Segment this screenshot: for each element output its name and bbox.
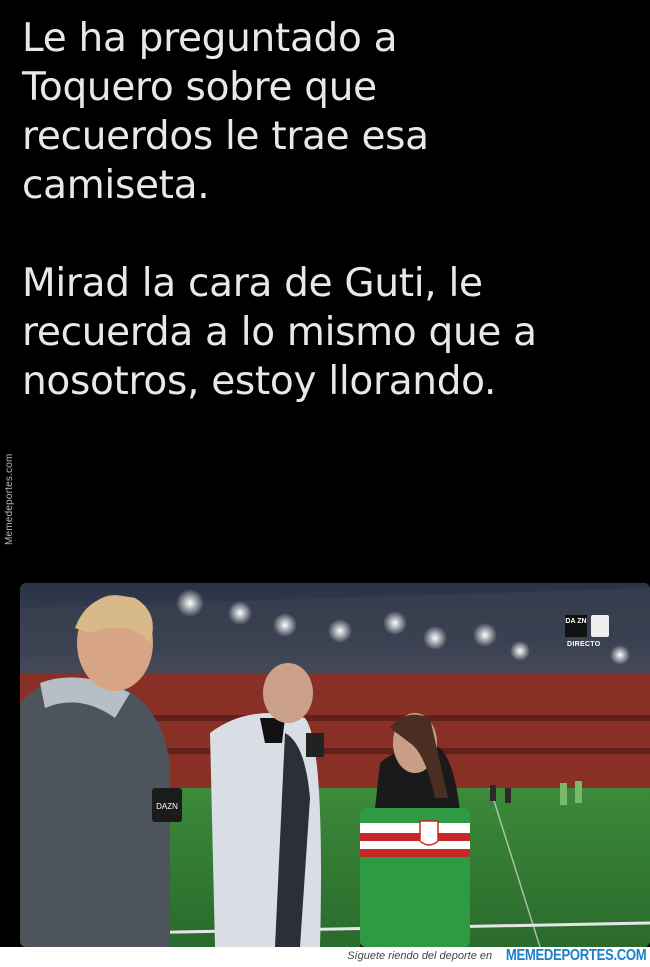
tweet-line: nosotros, estoy llorando.: [22, 359, 497, 404]
footer-tagline: Síguete riendo del deporte en: [347, 950, 493, 962]
tweet-line: Le ha preguntado a: [22, 16, 398, 61]
liga-logo: [591, 615, 609, 637]
tweet-line: camiseta.: [22, 163, 210, 208]
footer-bar: Síguete riendo del deporte en MEMEDEPORT…: [0, 947, 650, 967]
tv-photo: DAZN DA ZN DIRECTO: [20, 583, 650, 947]
live-label: DIRECTO: [567, 641, 601, 648]
footer-brand-link[interactable]: MEMEDEPORTES.COM: [505, 947, 646, 965]
tweet-line: recuerda a lo mismo que a: [22, 310, 537, 355]
stadium-scene: DAZN: [20, 583, 650, 947]
side-watermark: Memedeportes.com: [4, 453, 15, 545]
mic-flag-text: DAZN: [156, 802, 178, 811]
tweet-text: Le ha preguntado a Toquero sobre que rec…: [22, 14, 642, 406]
broadcast-badge: DA ZN DIRECTO: [565, 615, 625, 661]
dazn-logo: DA ZN: [565, 615, 587, 637]
tweet-line: recuerdos le trae esa: [22, 114, 429, 159]
tweet-line: Toquero sobre que: [22, 65, 377, 110]
tweet-line: Mirad la cara de Guti, le: [22, 261, 483, 306]
